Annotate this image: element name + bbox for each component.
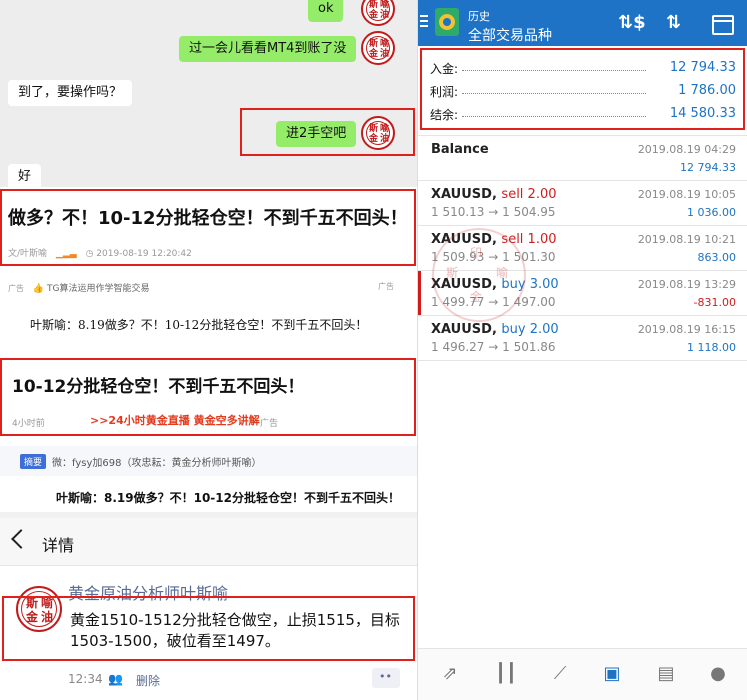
chat-icon[interactable]: ● xyxy=(704,661,732,687)
detail-header: 详情 xyxy=(0,518,417,566)
friends-icon: 👥 xyxy=(108,672,123,686)
calendar-icon[interactable] xyxy=(712,15,734,35)
trade-row[interactable]: XAUUSD, sell 2.00 1 510.13 → 1 504.95 20… xyxy=(418,181,747,226)
sort-icon[interactable]: ⇅ xyxy=(666,13,681,33)
avatar[interactable]: 斯喻金油 xyxy=(361,0,395,26)
menu-icon[interactable] xyxy=(420,15,428,29)
mt4-logo-icon xyxy=(435,8,459,36)
summary-text: 微：fysy加698（攻忠耘：黄金分析师叶斯喻） xyxy=(52,458,262,469)
chat-bubble-arrived[interactable]: 到了，要操作吗？ xyxy=(8,80,133,106)
chat-bubble-ok[interactable]: ok xyxy=(308,0,344,22)
thumb-up-icon: 👍 xyxy=(32,284,45,294)
avatar[interactable]: 斯喻金油 xyxy=(361,116,395,150)
header-title[interactable]: 全部交易品种 xyxy=(468,25,552,45)
article-title[interactable]: 做多？不！10-12分批轻仓空！不到千五不回头！ xyxy=(8,204,408,230)
balance-row[interactable]: Balance 2019.08.19 04:29 12 794.33 xyxy=(418,136,747,181)
ad-tag-right: 广告 xyxy=(378,282,394,291)
author-name[interactable]: 黄金原油分析师叶斯喻 xyxy=(68,580,228,604)
summary-deposit: 入金: 12 794.33 xyxy=(430,60,736,76)
avatar[interactable]: 斯喻金油 xyxy=(361,31,395,65)
top-bar: 历史 全部交易品种 ⇅$ ⇅ xyxy=(418,0,747,46)
big-title[interactable]: 10-12分批轻仓空！不到千五不回头！ xyxy=(12,372,304,397)
chat-bubble-short-order[interactable]: 进2手空吧 xyxy=(276,121,357,147)
deposit-value: 12 794.33 xyxy=(669,60,736,75)
profit-value: 1 786.00 xyxy=(678,83,736,98)
more-options-button[interactable] xyxy=(372,668,400,688)
moment-text: 黄金1510-1512分批轻仓做空，止损1515，目标1503-1500，破位看… xyxy=(70,611,400,650)
history-inbox-icon[interactable]: ▣ xyxy=(598,661,626,687)
author-avatar[interactable]: 斯喻金油 xyxy=(16,586,62,632)
chat-bubble-check-mt4[interactable]: 过一会儿看看MT4到账了没 xyxy=(179,36,357,62)
ad-row[interactable]: 广告 👍 TG算法运用作学智能交易 xyxy=(8,281,149,294)
bottom-nav: ⇗ ┃┃ ⟋ ▣ ▤ ● xyxy=(418,648,747,700)
post-line: 叶斯喻：8.19做多？不！10-12分批轻仓空！不到千五不回头！ xyxy=(30,318,368,332)
chart-candles-icon[interactable]: ┃┃ xyxy=(492,661,520,687)
header-subtitle: 历史 xyxy=(468,10,490,23)
article-date: 2019-08-19 12:20:42 xyxy=(96,249,192,259)
seal-watermark: 印 喻 斯 金 xyxy=(432,228,526,322)
summary-balance: 结余: 14 580.33 xyxy=(430,106,736,122)
summary-row: 摘要 微：fysy加698（攻忠耘：黄金分析师叶斯喻） xyxy=(0,446,417,476)
delete-link[interactable]: 删除 xyxy=(136,672,160,689)
moment-time: 12:34 xyxy=(68,672,103,686)
article-meta: 文/叶斯喻 ▁▂▃ ◷ 2019-08-19 12:20:42 xyxy=(8,246,192,259)
mt4-history-panel: 历史 全部交易品种 ⇅$ ⇅ 入金: 12 794.33 利润: 1 786.00 … xyxy=(417,0,747,700)
chat-bubble-good[interactable]: 好 xyxy=(8,164,42,190)
trade-row[interactable]: XAUUSD, buy 2.00 1 496.27 → 1 501.86 201… xyxy=(418,316,747,361)
ad-text: TG算法运用作学智能交易 xyxy=(46,284,150,294)
ad-tag-2: 广告 xyxy=(260,419,279,429)
post-line-2: 叶斯喻：8.19做多？不！10-12分批轻仓空！不到千五不回头！ xyxy=(56,491,400,505)
back-arrow-icon[interactable] xyxy=(11,529,31,549)
currency-filter-icon[interactable]: ⇅$ xyxy=(618,13,646,33)
live-stream-link[interactable]: >>24小时黄金直播 黄金空多讲解 xyxy=(90,412,260,428)
trend-chart-icon[interactable]: ⟋ xyxy=(546,661,574,687)
signal-icon: ▁▂▃ xyxy=(55,249,77,259)
summary-profit: 利润: 1 786.00 xyxy=(430,83,736,99)
detail-title: 详情 xyxy=(42,536,75,555)
news-icon[interactable]: ▤ xyxy=(652,661,680,687)
summary-tag: 摘要 xyxy=(20,454,47,469)
chat-area: ok 斯喻金油 过一会儿看看MT4到账了没 斯喻金油 到了，要操作吗？ 进2手空… xyxy=(0,0,417,190)
quotes-icon[interactable]: ⇗ xyxy=(436,661,464,687)
author: 文/叶斯喻 xyxy=(8,249,48,259)
ad-tag: 广告 xyxy=(8,284,24,293)
time-ago: 4小时前 xyxy=(12,419,45,429)
chat-article-panel: ok 斯喻金油 过一会儿看看MT4到账了没 斯喻金油 到了，要操作吗？ 进2手空… xyxy=(0,0,417,700)
clock-icon: ◷ xyxy=(85,249,94,259)
balance-value: 14 580.33 xyxy=(669,106,736,121)
